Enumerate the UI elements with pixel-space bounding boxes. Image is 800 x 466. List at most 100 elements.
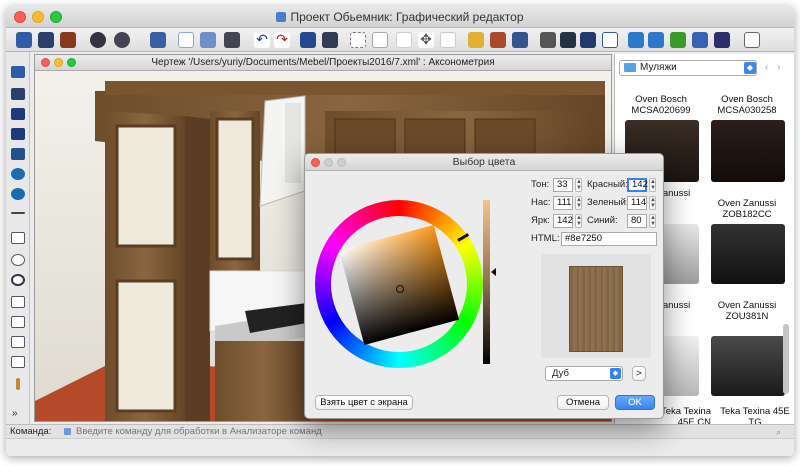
- tool-cabinet-icon[interactable]: [11, 108, 25, 120]
- tool-drawer-icon[interactable]: [11, 128, 25, 140]
- command-menu-icon[interactable]: [64, 428, 71, 435]
- tool-move-icon[interactable]: [11, 296, 25, 308]
- oven-thumbnail[interactable]: [711, 120, 785, 182]
- close-button[interactable]: [14, 11, 26, 23]
- tool-ruler-icon[interactable]: [16, 378, 20, 390]
- back-arrow-icon[interactable]: ‹: [765, 62, 768, 73]
- command-input[interactable]: [76, 425, 676, 438]
- pan-icon[interactable]: [440, 32, 456, 48]
- tool-arc-icon[interactable]: [11, 254, 25, 266]
- tool-curve-icon[interactable]: [11, 336, 25, 348]
- parts-icon[interactable]: [692, 32, 708, 48]
- layer-icon[interactable]: [150, 32, 166, 48]
- color-dialog: Выбор цвета Тон: 33 ▲ ▼ Красный: 142 ▲ ▼ Н…: [304, 153, 664, 419]
- green-stepper[interactable]: ▲ ▼: [649, 196, 656, 210]
- library-scrollbar[interactable]: [783, 324, 789, 394]
- val-stepper[interactable]: ▲ ▼: [575, 214, 582, 228]
- move-icon[interactable]: ✥: [418, 32, 434, 48]
- cancel-button[interactable]: Отмена: [557, 395, 609, 410]
- drawing-titlebar: Чертеж '/Users/yuriy/Documents/Mebel/Про…: [35, 55, 611, 71]
- ok-button[interactable]: OK: [615, 395, 655, 410]
- blue-field[interactable]: 80: [627, 214, 647, 228]
- print-icon[interactable]: [200, 32, 216, 48]
- tool-circle-icon[interactable]: [11, 274, 25, 286]
- image-icon[interactable]: [512, 32, 528, 48]
- library-category-select[interactable]: Муляжи ◆: [619, 60, 757, 76]
- minimize-button[interactable]: [32, 11, 44, 23]
- rotate-icon[interactable]: [396, 32, 412, 48]
- material-select[interactable]: Дуб ◆: [545, 366, 623, 381]
- hue-stepper[interactable]: ▲ ▼: [575, 178, 582, 192]
- project-settings-icon[interactable]: [60, 32, 76, 48]
- select-area-icon[interactable]: [350, 32, 366, 48]
- red-label: Красный:: [587, 179, 628, 190]
- zoom-window-icon[interactable]: [372, 32, 388, 48]
- panel-right-icon[interactable]: [648, 32, 664, 48]
- blue-stepper[interactable]: ▲ ▼: [649, 214, 656, 228]
- new-project-icon[interactable]: [16, 32, 32, 48]
- drawing-close-button[interactable]: [41, 58, 50, 67]
- diamond-icon[interactable]: [540, 32, 556, 48]
- render-icon[interactable]: [114, 32, 130, 48]
- chevron-down-icon: ◆: [744, 62, 756, 74]
- forward-arrow-icon[interactable]: ›: [777, 62, 780, 73]
- split-icon[interactable]: [670, 32, 686, 48]
- oven-thumbnail[interactable]: [711, 224, 785, 284]
- library-item[interactable]: Oven Zanussi ZOB182CC: [703, 198, 791, 220]
- color-picker-handle[interactable]: [396, 285, 404, 293]
- tool-rect-icon[interactable]: [11, 356, 25, 368]
- sat-stepper[interactable]: ▲ ▼: [575, 196, 582, 210]
- frame-icon[interactable]: [580, 32, 596, 48]
- app-icon: [276, 12, 287, 22]
- drawing-zoom-button[interactable]: [67, 58, 76, 67]
- redo-icon[interactable]: ↷: [274, 32, 290, 48]
- brush-icon[interactable]: [468, 32, 484, 48]
- tool-point-icon[interactable]: [11, 212, 25, 214]
- folder-icon: [624, 63, 636, 72]
- drawing-minimize-button[interactable]: [54, 58, 63, 67]
- green-field[interactable]: 114: [627, 196, 647, 210]
- settings-icon[interactable]: [714, 32, 730, 48]
- material-more-button[interactable]: >: [632, 366, 646, 381]
- calendar-icon[interactable]: [490, 32, 506, 48]
- tool-line-icon[interactable]: [11, 232, 25, 244]
- grid-icon[interactable]: [300, 32, 316, 48]
- new-document-icon[interactable]: [178, 32, 194, 48]
- red-field[interactable]: 142: [627, 178, 648, 192]
- ruler-icon[interactable]: [602, 32, 618, 48]
- window-title: Проект Обьемник: Графический редактор: [290, 10, 524, 24]
- tool-panel-icon[interactable]: [11, 66, 25, 78]
- library-item[interactable]: Oven Zanussi ZOU381N: [703, 300, 791, 322]
- hue-field[interactable]: 33: [553, 178, 573, 192]
- library-item[interactable]: Oven Bosch MCSA030258: [703, 94, 791, 116]
- html-field[interactable]: #8e7250: [561, 232, 657, 246]
- view-icon[interactable]: [322, 32, 338, 48]
- value-slider[interactable]: [483, 200, 490, 364]
- dialog-title: Выбор цвета: [452, 156, 516, 168]
- dialog-close-button[interactable]: [311, 158, 320, 167]
- pick-screen-color-button[interactable]: Взять цвет с экрана: [315, 395, 413, 410]
- tool-sphere-icon[interactable]: [11, 168, 25, 180]
- report-icon[interactable]: [744, 32, 760, 48]
- undo-icon[interactable]: ↶: [254, 32, 270, 48]
- sink-thumbnail[interactable]: [711, 336, 785, 396]
- camera-icon[interactable]: [90, 32, 106, 48]
- item-code: ZOU381N: [725, 311, 769, 322]
- tool-box-icon[interactable]: [11, 88, 25, 100]
- sat-field[interactable]: 111: [553, 196, 573, 210]
- item-code: MCSA030258: [717, 105, 777, 116]
- val-field[interactable]: 142: [553, 214, 573, 228]
- open-project-icon[interactable]: [38, 32, 54, 48]
- more-tools-icon[interactable]: »: [12, 408, 18, 419]
- red-stepper[interactable]: ▲ ▼: [649, 178, 656, 192]
- tool-cone-icon[interactable]: [11, 148, 25, 160]
- tool-cylinder-icon[interactable]: [11, 188, 25, 200]
- chevron-down-icon: ◆: [610, 368, 621, 379]
- save-icon[interactable]: [224, 32, 240, 48]
- value-slider-arrow[interactable]: [491, 268, 496, 276]
- bucket-icon[interactable]: [560, 32, 576, 48]
- panel-left-icon[interactable]: [628, 32, 644, 48]
- zoom-button[interactable]: [50, 11, 62, 23]
- library-item[interactable]: Oven Bosch MCSA020699: [617, 94, 705, 116]
- tool-polyline-icon[interactable]: [11, 316, 25, 328]
